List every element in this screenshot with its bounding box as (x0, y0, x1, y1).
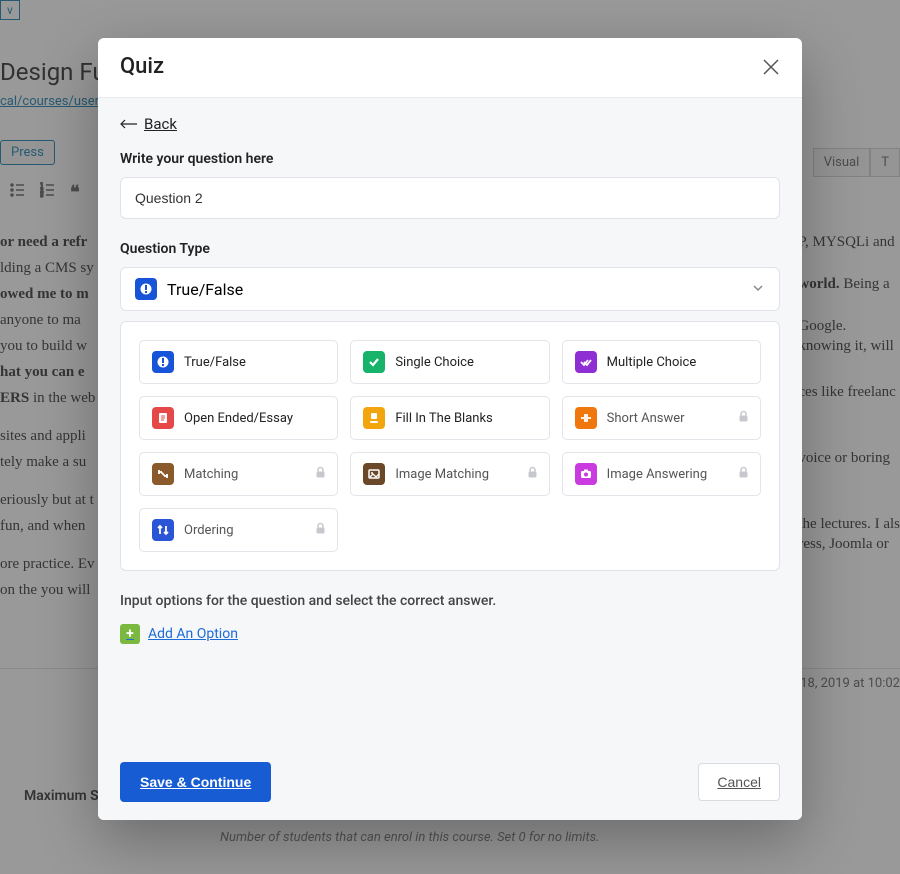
quiz-modal: Quiz Back Write your question here Quest… (98, 38, 802, 820)
add-option-button[interactable]: + Add An Option (120, 624, 238, 644)
short-icon (575, 407, 597, 429)
question-type-option: Image Matching (350, 452, 549, 496)
lock-icon (526, 466, 539, 483)
question-type-option: Short Answer (562, 396, 761, 440)
add-option-label: Add An Option (148, 626, 238, 642)
close-button[interactable] (762, 58, 780, 76)
type-label: Question Type (120, 241, 780, 257)
match-icon (152, 463, 174, 485)
lock-icon (737, 466, 750, 483)
order-icon (152, 519, 174, 541)
option-label: Open Ended/Essay (184, 411, 293, 426)
plus-icon: + (120, 624, 140, 644)
question-type-option[interactable]: Single Choice (350, 340, 549, 384)
blanks-icon (363, 407, 385, 429)
option-label: Ordering (184, 523, 234, 538)
lock-icon (314, 522, 327, 539)
camera-icon (575, 463, 597, 485)
essay-icon (152, 407, 174, 429)
cancel-button[interactable]: Cancel (698, 763, 780, 801)
question-type-option[interactable]: Open Ended/Essay (139, 396, 338, 440)
arrow-left-icon (120, 115, 138, 133)
option-label: Single Choice (395, 355, 474, 370)
modal-title: Quiz (120, 54, 164, 79)
selected-type-label: True/False (167, 280, 243, 299)
save-continue-button[interactable]: Save & Continue (120, 762, 271, 802)
tf-icon (152, 351, 174, 373)
option-label: Short Answer (607, 411, 685, 426)
option-label: Multiple Choice (607, 355, 697, 370)
modal-footer: Save & Continue Cancel (98, 744, 802, 820)
option-label: Image Answering (607, 467, 708, 482)
lock-icon (314, 466, 327, 483)
option-label: Image Matching (395, 467, 489, 482)
back-button[interactable]: Back (120, 115, 177, 133)
question-type-option[interactable]: Multiple Choice (562, 340, 761, 384)
option-label: Fill In The Blanks (395, 411, 492, 426)
back-label: Back (144, 115, 177, 133)
dcheck-icon (575, 351, 597, 373)
lock-icon (737, 410, 750, 427)
question-input[interactable] (120, 177, 780, 219)
check-icon (363, 351, 385, 373)
question-type-panel: True/False Single Choice Multiple Choice Op… (120, 321, 780, 571)
options-help-text: Input options for the question and selec… (120, 593, 780, 609)
modal-body: Back Write your question here Question T… (98, 98, 802, 744)
chevron-down-icon (751, 280, 765, 299)
question-label: Write your question here (120, 151, 780, 167)
question-type-option[interactable]: True/False (139, 340, 338, 384)
question-type-option[interactable]: Fill In The Blanks (350, 396, 549, 440)
question-type-option: Image Answering (562, 452, 761, 496)
option-label: True/False (184, 355, 246, 370)
imgmatch-icon (363, 463, 385, 485)
true-false-icon (135, 278, 157, 300)
question-type-option: Matching (139, 452, 338, 496)
option-label: Matching (184, 467, 238, 482)
question-type-select[interactable]: True/False (120, 267, 780, 311)
modal-header: Quiz (98, 38, 802, 98)
close-icon (762, 58, 780, 76)
question-type-option: Ordering (139, 508, 338, 552)
